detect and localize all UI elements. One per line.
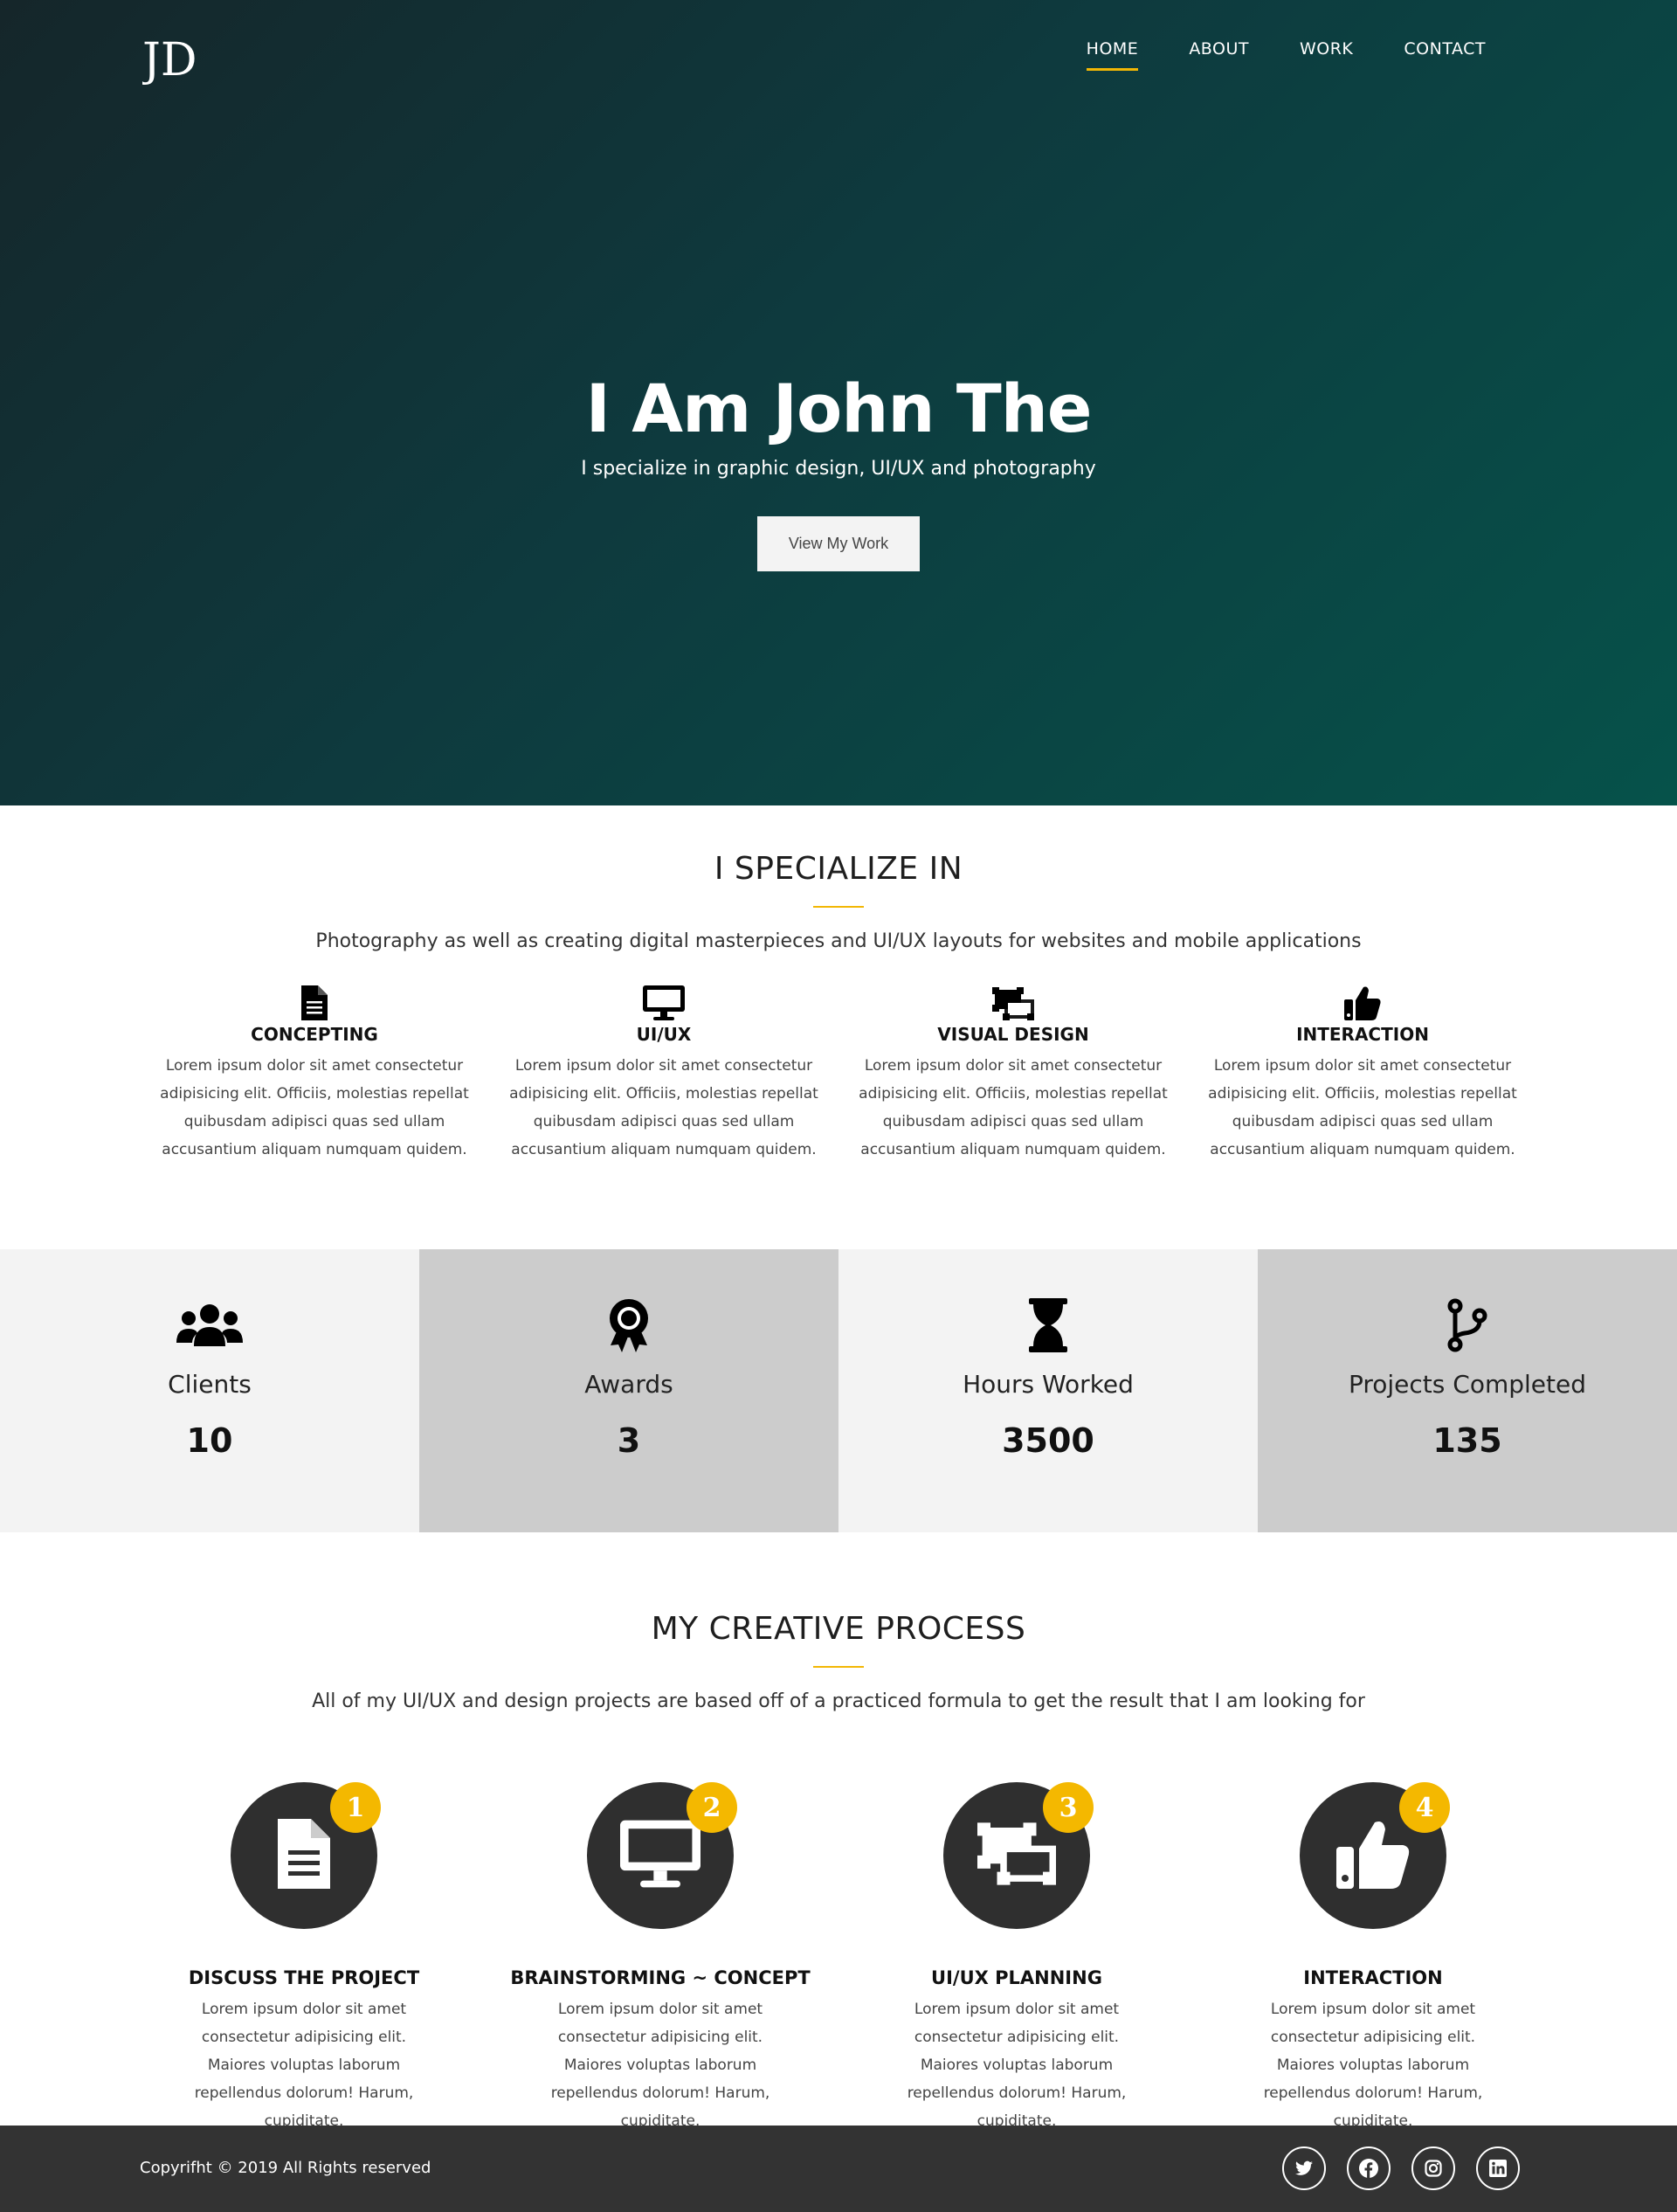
stat-label: Awards <box>584 1370 673 1399</box>
stat-value: 10 <box>186 1421 233 1460</box>
facebook-icon[interactable] <box>1347 2146 1391 2190</box>
specialize-item: VISUAL DESIGN Lorem ipsum dolor sit amet… <box>838 982 1188 1164</box>
specialize-text: Lorem ipsum dolor sit amet consectetur a… <box>859 1057 1168 1158</box>
process-step: 3 UI/UX PLANNING Lorem ipsum dolor sit a… <box>838 1782 1195 2135</box>
hero-title: I Am John The <box>585 370 1093 447</box>
specialize-list: CONCEPTING Lorem ipsum dolor sit amet co… <box>0 982 1677 1164</box>
section-description: All of my UI/UX and design projects are … <box>312 1690 1365 1712</box>
stat-label: Hours Worked <box>963 1370 1134 1399</box>
specialize-item: INTERACTION Lorem ipsum dolor sit amet c… <box>1188 982 1537 1164</box>
specialize-item: UI/UX Lorem ipsum dolor sit amet consect… <box>489 982 838 1164</box>
step-text: Lorem ipsum dolor sit amet consectetur a… <box>550 2001 770 2130</box>
specialize-text: Lorem ipsum dolor sit amet consectetur a… <box>160 1057 469 1158</box>
specialize-name: UI/UX <box>636 1024 692 1045</box>
file-icon <box>278 1819 330 1892</box>
stat-projects: Projects Completed 135 <box>1258 1249 1677 1532</box>
step-number-badge: 3 <box>1043 1782 1094 1833</box>
step-number-badge: 2 <box>687 1782 737 1833</box>
nav-about[interactable]: ABOUT <box>1163 38 1274 73</box>
specialize-item: CONCEPTING Lorem ipsum dolor sit amet co… <box>140 982 489 1164</box>
specialize-name: INTERACTION <box>1296 1024 1429 1045</box>
stat-hours: Hours Worked 3500 <box>838 1249 1258 1532</box>
specialize-text: Lorem ipsum dolor sit amet consectetur a… <box>509 1057 818 1158</box>
step-text: Lorem ipsum dolor sit amet consectetur a… <box>907 2001 1127 2130</box>
hero-section: JD HOME ABOUT WORK CONTACT I Am John The… <box>0 0 1677 805</box>
step-text: Lorem ipsum dolor sit amet consectetur a… <box>194 2001 414 2130</box>
nav-work[interactable]: WORK <box>1274 38 1378 73</box>
monitor-icon <box>489 982 838 1020</box>
title-underline <box>813 906 864 908</box>
step-number-badge: 1 <box>330 1782 381 1833</box>
step-circle: 4 <box>1300 1782 1450 1929</box>
process-step: 1 DISCUSS THE PROJECT Lorem ipsum dolor … <box>126 1782 482 2135</box>
stat-awards: Awards 3 <box>419 1249 838 1532</box>
monitor-icon <box>620 1820 700 1891</box>
stat-value: 3 <box>617 1421 641 1460</box>
title-underline <box>813 1666 864 1668</box>
section-title: I SPECIALIZE IN <box>714 851 963 887</box>
file-icon <box>140 982 489 1020</box>
instagram-icon[interactable] <box>1411 2146 1455 2190</box>
specialize-name: CONCEPTING <box>251 1024 378 1045</box>
linkedin-icon[interactable] <box>1476 2146 1520 2190</box>
process-step: 2 BRAINSTORMING ~ CONCEPT Lorem ipsum do… <box>482 1782 838 2135</box>
stat-label: Projects Completed <box>1348 1370 1586 1399</box>
section-title: MY CREATIVE PROCESS <box>651 1611 1026 1647</box>
step-name: DISCUSS THE PROJECT <box>188 1967 420 1988</box>
svg-text:JD: JD <box>142 34 197 86</box>
footer: Copyrifht © 2019 All Rights reserved <box>0 2126 1677 2212</box>
twitter-icon[interactable] <box>1282 2146 1326 2190</box>
stat-clients: Clients 10 <box>0 1249 419 1532</box>
thumbs-up-icon <box>1336 1819 1410 1892</box>
main-nav: HOME ABOUT WORK CONTACT <box>1061 38 1511 73</box>
logo[interactable]: JD <box>138 31 217 86</box>
specialize-text: Lorem ipsum dolor sit amet consectetur a… <box>1208 1057 1517 1158</box>
object-ungroup-icon <box>977 1822 1056 1889</box>
step-number-badge: 4 <box>1399 1782 1450 1833</box>
social-links <box>1282 2146 1520 2190</box>
code-branch-icon <box>1258 1296 1677 1354</box>
hourglass-icon <box>838 1296 1258 1354</box>
step-circle: 3 <box>943 1782 1094 1929</box>
users-icon <box>0 1296 419 1354</box>
specialize-section: I SPECIALIZE IN Photography as well as c… <box>0 805 1677 1249</box>
process-step: 4 INTERACTION Lorem ipsum dolor sit amet… <box>1195 1782 1551 2135</box>
process-section: MY CREATIVE PROCESS All of my UI/UX and … <box>0 1532 1677 2130</box>
process-steps: 1 DISCUSS THE PROJECT Lorem ipsum dolor … <box>0 1782 1677 2135</box>
stat-label: Clients <box>168 1370 252 1399</box>
object-ungroup-icon <box>838 982 1188 1020</box>
step-text: Lorem ipsum dolor sit amet consectetur a… <box>1263 2001 1483 2130</box>
step-name: UI/UX PLANNING <box>931 1967 1102 1988</box>
step-circle: 1 <box>231 1782 381 1929</box>
thumbs-up-icon <box>1188 982 1537 1020</box>
view-my-work-button[interactable]: View My Work <box>757 516 920 571</box>
section-description: Photography as well as creating digital … <box>315 930 1362 952</box>
step-circle: 2 <box>587 1782 737 1929</box>
stat-value: 135 <box>1432 1421 1502 1460</box>
stat-value: 3500 <box>1002 1421 1094 1460</box>
nav-contact[interactable]: CONTACT <box>1378 38 1511 73</box>
step-name: INTERACTION <box>1303 1967 1443 1988</box>
hero-content: I Am John The I specialize in graphic de… <box>0 376 1677 571</box>
hero-subtitle: I specialize in graphic design, UI/UX an… <box>581 458 1096 480</box>
award-icon <box>419 1296 838 1354</box>
stats-section: Clients 10 Awards 3 Hours Worked 3500 Pr… <box>0 1249 1677 1532</box>
specialize-name: VISUAL DESIGN <box>937 1024 1089 1045</box>
copyright-text: Copyrifht © 2019 All Rights reserved <box>140 2159 431 2177</box>
step-name: BRAINSTORMING ~ CONCEPT <box>510 1967 811 1988</box>
nav-home[interactable]: HOME <box>1061 38 1164 73</box>
